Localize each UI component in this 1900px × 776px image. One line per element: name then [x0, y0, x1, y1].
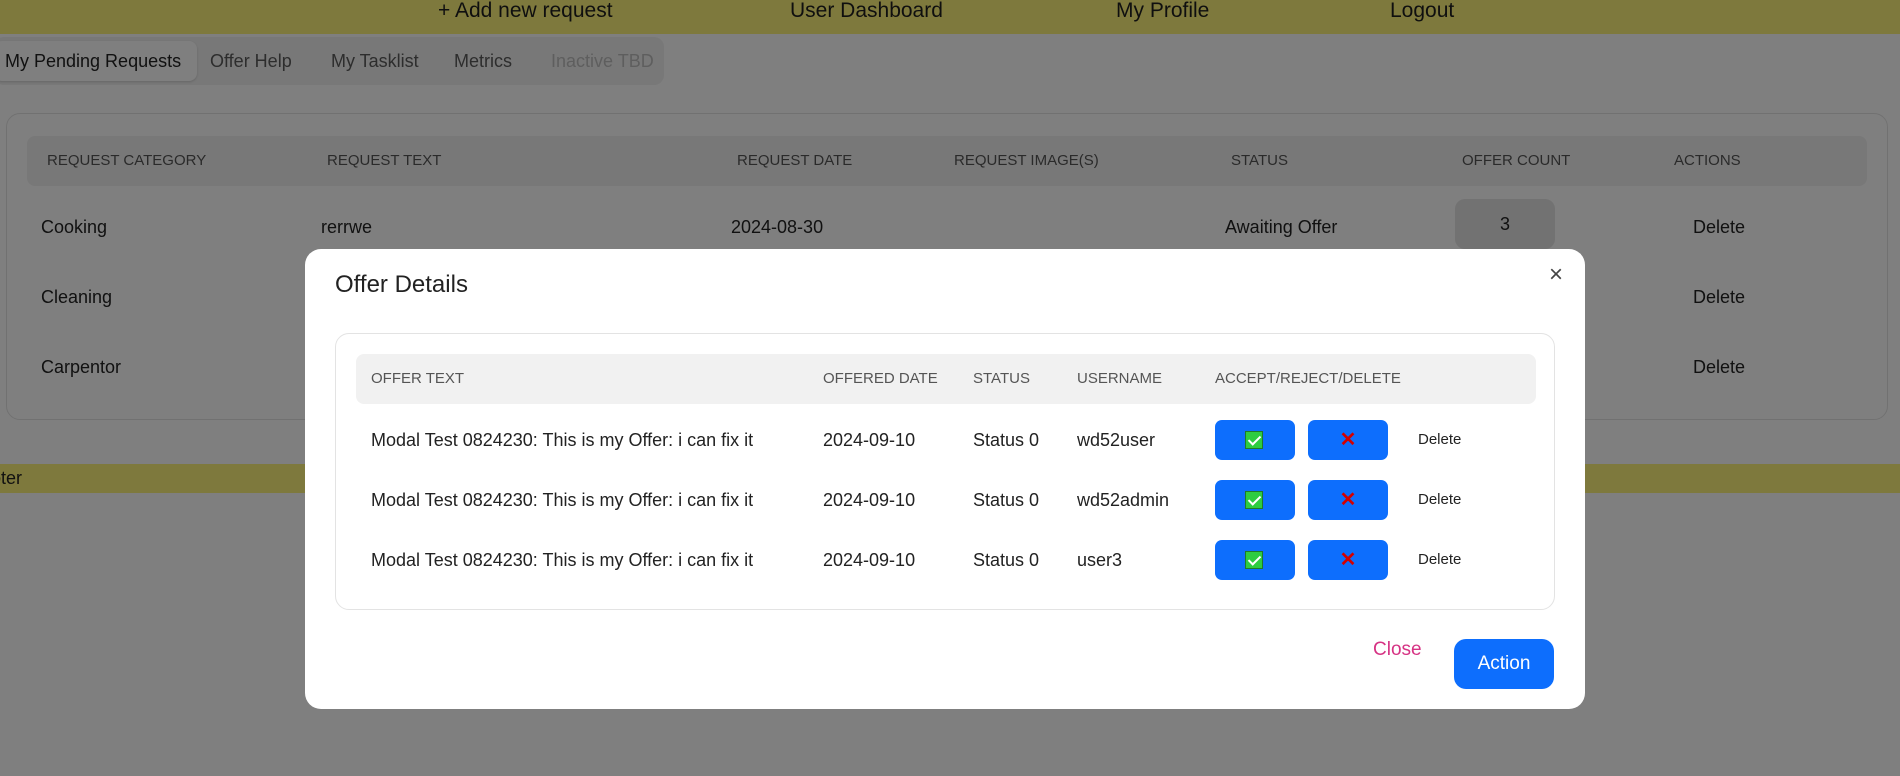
offers-table-header: OFFER TEXT OFFERED DATE STATUS USERNAME … — [356, 354, 1536, 404]
reject-offer-button[interactable]: ✕ — [1308, 480, 1388, 520]
delete-offer-button[interactable]: Delete — [1418, 470, 1461, 530]
offer-details-modal: Offer Details × OFFER TEXT OFFERED DATE … — [305, 249, 1585, 709]
cell-username: wd52admin — [1077, 490, 1170, 510]
delete-offer-button[interactable]: Delete — [1418, 410, 1461, 470]
cross-mark-icon: ✕ — [1339, 549, 1357, 571]
cell-username: user3 — [1077, 550, 1123, 570]
reject-offer-button[interactable]: ✕ — [1308, 540, 1388, 580]
header-username: USERNAME — [1077, 370, 1163, 387]
close-button[interactable]: Close — [1373, 639, 1422, 661]
cell-offer-text: Modal Test 0824230: This is my Offer: i … — [371, 550, 754, 570]
header-offer-text: OFFER TEXT — [371, 370, 465, 387]
checkmark-icon — [1245, 431, 1263, 449]
modal-title: Offer Details — [335, 271, 468, 298]
cell-offered-date: 2024-09-10 — [823, 490, 916, 510]
delete-offer-button[interactable]: Delete — [1418, 530, 1461, 590]
checkmark-icon — [1245, 551, 1263, 569]
table-row: Modal Test 0824230: This is my Offer: i … — [336, 470, 1554, 530]
cell-offered-date: 2024-09-10 — [823, 430, 916, 450]
cell-offer-text: Modal Test 0824230: This is my Offer: i … — [371, 430, 754, 450]
cell-status: Status 0 — [973, 430, 1040, 450]
table-row: Modal Test 0824230: This is my Offer: i … — [336, 530, 1554, 590]
header-status: STATUS — [973, 370, 1030, 387]
cell-status: Status 0 — [973, 490, 1040, 510]
offers-card: OFFER TEXT OFFERED DATE STATUS USERNAME … — [335, 333, 1555, 610]
table-row: Modal Test 0824230: This is my Offer: i … — [336, 410, 1554, 470]
header-offered-date: OFFERED DATE — [823, 370, 938, 387]
cell-username: wd52user — [1077, 430, 1156, 450]
accept-offer-button[interactable] — [1215, 540, 1295, 580]
close-icon[interactable]: × — [1549, 263, 1563, 287]
header-accept-reject-delete: ACCEPT/REJECT/DELETE — [1215, 370, 1401, 387]
reject-offer-button[interactable]: ✕ — [1308, 420, 1388, 460]
accept-offer-button[interactable] — [1215, 480, 1295, 520]
cell-status: Status 0 — [973, 550, 1040, 570]
action-button[interactable]: Action — [1454, 639, 1554, 689]
accept-offer-button[interactable] — [1215, 420, 1295, 460]
cell-offer-text: Modal Test 0824230: This is my Offer: i … — [371, 490, 754, 510]
cell-offered-date: 2024-09-10 — [823, 550, 916, 570]
cross-mark-icon: ✕ — [1339, 429, 1357, 451]
checkmark-icon — [1245, 491, 1263, 509]
cross-mark-icon: ✕ — [1339, 489, 1357, 511]
